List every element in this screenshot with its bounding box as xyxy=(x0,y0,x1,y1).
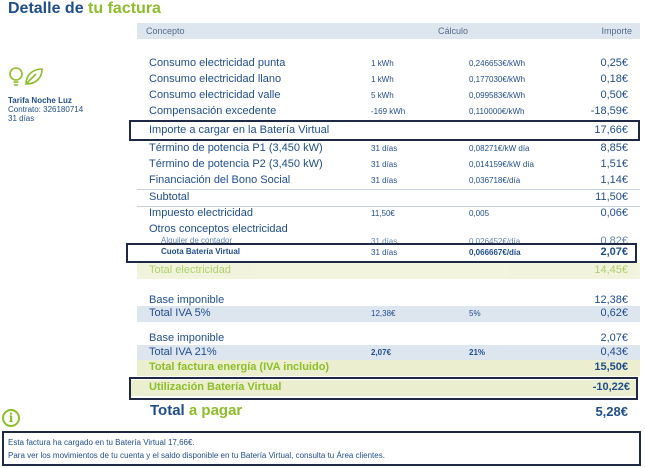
table-row: Financiación del Bono Social 31 días 0,0… xyxy=(149,174,628,186)
header-concepto: Concepto xyxy=(146,26,185,36)
total-amount: 5,28€ xyxy=(595,404,628,419)
vat-row: Total IVA 21% 2,07€ 21% 0,43€ xyxy=(137,345,640,361)
header-importe: Importe xyxy=(601,26,632,36)
table-row: Compensación excedente -169 kWh 0,110000… xyxy=(149,105,628,117)
table-row: Término de potencia P1 (3,450 kW) 31 día… xyxy=(149,142,628,154)
table-row: Consumo electricidad punta 1 kWh 0,24665… xyxy=(149,57,628,69)
contract-number: Contrato: 326180714 xyxy=(8,105,84,114)
battery-fee-row: Cuota Batería Virtual 31 días 0,066667€/… xyxy=(161,246,628,258)
table-row: Consumo electricidad valle 5 kWh 0,09958… xyxy=(149,89,628,101)
header-calculo: Cálculo xyxy=(438,26,469,36)
lightbulb-icon xyxy=(9,67,23,86)
battery-charge-row: Importe a cargar en la Batería Virtual 1… xyxy=(149,124,628,136)
vat-row: Total IVA 5% 12,38€ 5% 0,62€ xyxy=(137,306,640,322)
page-title: Detalle de tu factura xyxy=(8,0,161,17)
tariff-name: Tarifa Noche Luz xyxy=(8,96,72,105)
battery-usage-row: Utilización Batería Virtual -10,22€ xyxy=(131,380,636,396)
table-row: Impuesto electricidad 11,50€ 0,005 0,06€ xyxy=(149,207,628,219)
table-row: Consumo electricidad llano 1 kWh 0,17703… xyxy=(149,73,628,85)
subtotal-row: Subtotal 11,50€ xyxy=(149,191,628,203)
table-row: Término de potencia P2 (3,450 kW) 31 día… xyxy=(149,158,628,170)
total-energy-row: Total factura energía (IVA incluido) 15,… xyxy=(137,360,640,376)
billing-days: 31 días xyxy=(8,114,35,123)
leaf-icon xyxy=(25,68,43,85)
contract-info: Tarifa Noche Luz Contrato: 326180714 31 … xyxy=(8,96,83,123)
total-electricity-row: Total electricidad 14,45€ xyxy=(137,263,640,279)
table-header: Concepto Cálculo Importe xyxy=(137,23,640,39)
battery-note: Esta factura ha cargado en tu Batería Vi… xyxy=(2,431,641,466)
total-to-pay: Total a pagar 5,28€ xyxy=(150,402,628,419)
info-icon: i xyxy=(2,409,20,427)
tariff-icons xyxy=(8,66,44,90)
